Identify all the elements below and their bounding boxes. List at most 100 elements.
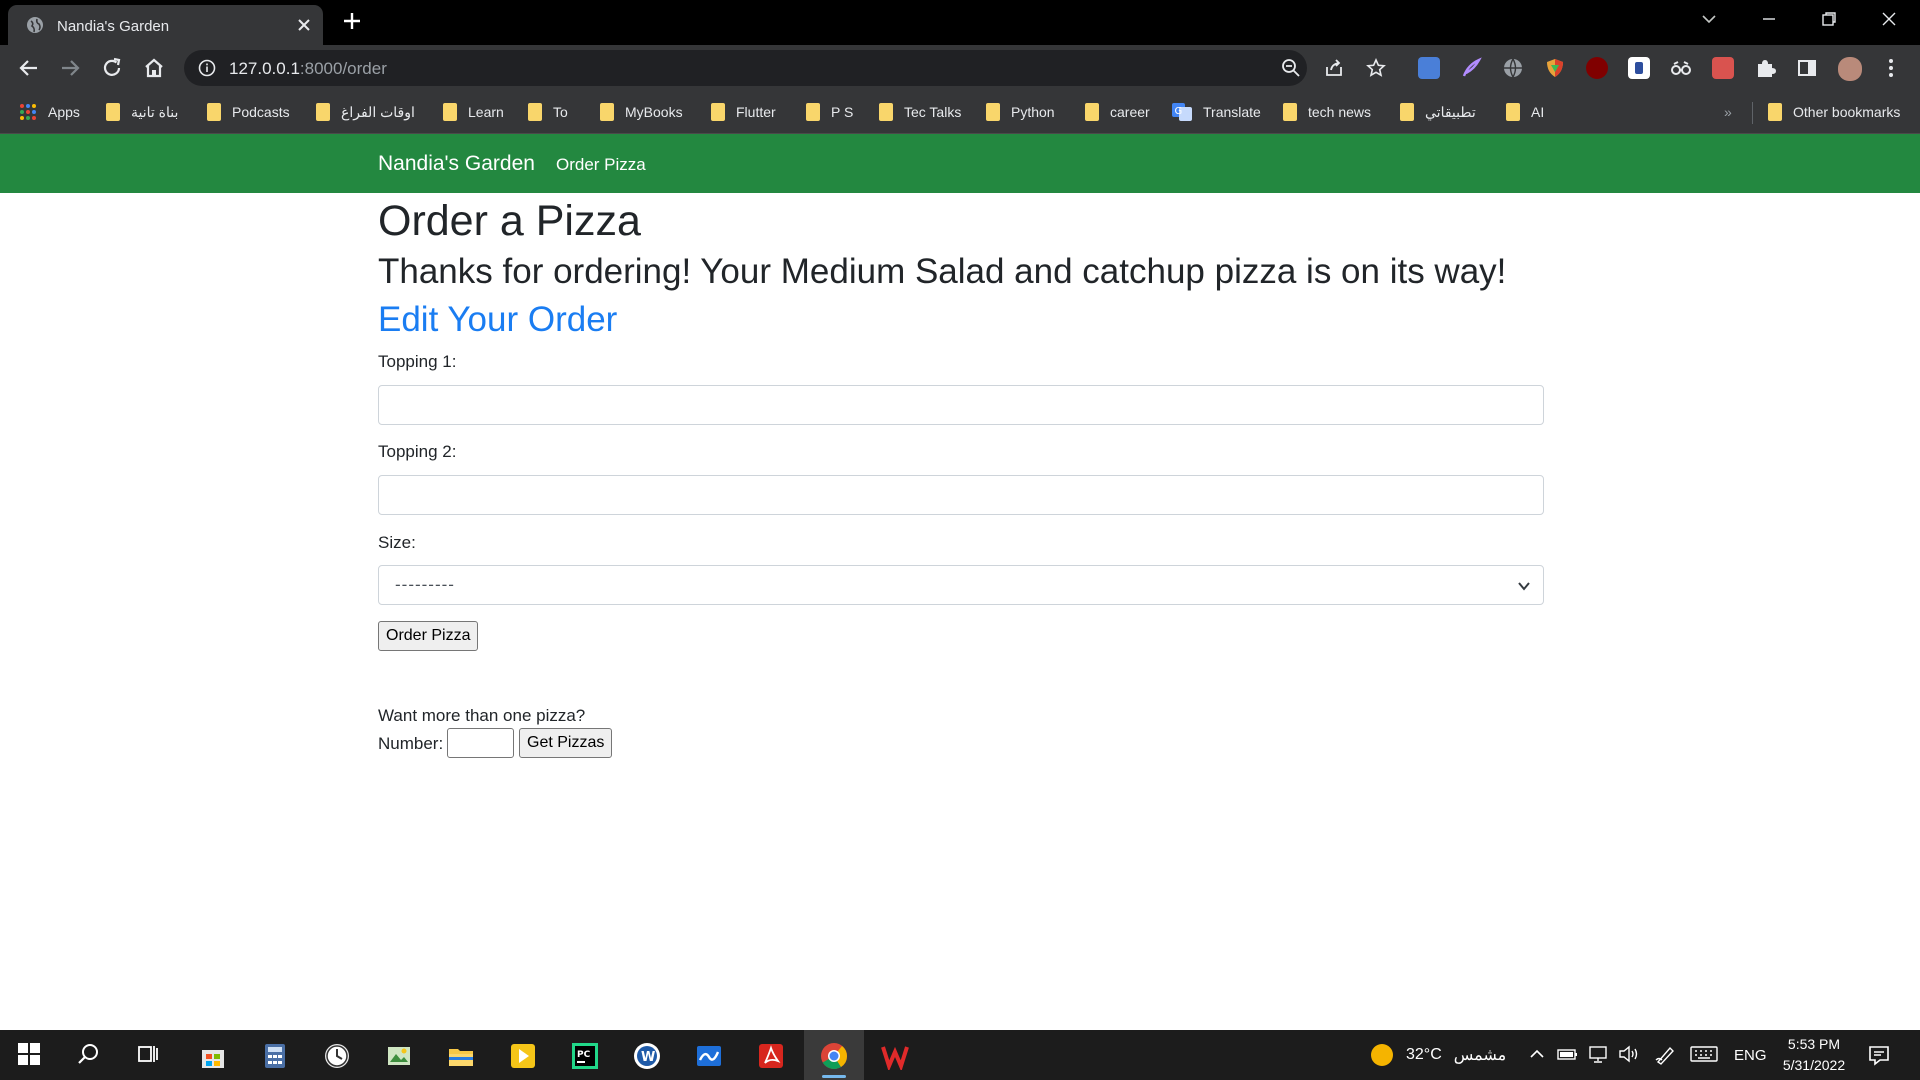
number-label: Number: xyxy=(378,734,444,753)
folder-icon xyxy=(1506,103,1520,121)
back-icon[interactable] xyxy=(17,56,41,80)
topping1-input[interactable] xyxy=(378,385,1544,425)
bookmark-folder[interactable]: اوقات الفراغ xyxy=(316,91,415,133)
tab-search-icon[interactable] xyxy=(1700,10,1718,28)
task-view-icon[interactable] xyxy=(136,1042,164,1070)
bookmark-folder[interactable]: بناة تانية xyxy=(106,91,178,133)
quill-extension-icon[interactable] xyxy=(1460,57,1482,79)
pen-workspace-icon[interactable] xyxy=(1654,1045,1682,1073)
clock[interactable]: 5:53 PM 5/31/2022 xyxy=(1778,1030,1850,1080)
vpn-globe-extension-icon[interactable] xyxy=(1502,57,1524,79)
url-text: 127.0.0.1:8000/order xyxy=(229,59,387,78)
order-confirmation: Thanks for ordering! Your Medium Salad a… xyxy=(378,252,1507,291)
puzzle-extensions-icon[interactable] xyxy=(1754,57,1776,79)
globe-icon xyxy=(26,16,44,34)
bookmark-folder[interactable]: career xyxy=(1085,91,1150,133)
sun-icon xyxy=(1370,1043,1394,1067)
shield-extension-icon[interactable] xyxy=(1544,57,1566,79)
bookmark-folder[interactable]: P S xyxy=(806,91,853,133)
size-select[interactable]: --------- xyxy=(378,565,1544,605)
size-selected-value: --------- xyxy=(395,575,455,594)
bookmark-folder[interactable]: Flutter xyxy=(711,91,776,133)
reload-icon[interactable] xyxy=(100,56,124,80)
folder-icon xyxy=(528,103,542,121)
topping2-label: Topping 2: xyxy=(378,442,457,461)
new-tab-icon[interactable] xyxy=(342,11,362,31)
bookmark-folder[interactable]: To xyxy=(528,91,568,133)
divider xyxy=(1752,92,1753,134)
clock-app-icon[interactable] xyxy=(323,1042,351,1070)
tab-strip: Nandia's Garden xyxy=(0,0,1920,45)
site-brand[interactable]: Nandia's Garden xyxy=(378,152,535,176)
language-indicator[interactable]: ENG xyxy=(1734,1030,1767,1080)
photo-viewer-icon[interactable] xyxy=(385,1042,413,1070)
whiteboard-icon[interactable] xyxy=(695,1042,723,1070)
bookmark-folder[interactable]: MyBooks xyxy=(600,91,683,133)
windows-start-icon[interactable] xyxy=(17,1042,45,1070)
topping1-label: Topping 1: xyxy=(378,352,457,371)
close-window-icon[interactable] xyxy=(1880,10,1898,28)
media-player-icon[interactable] xyxy=(509,1042,537,1070)
profile-avatar[interactable] xyxy=(1838,57,1862,81)
chrome-icon[interactable] xyxy=(820,1042,848,1070)
windows-taskbar: PC W 32°C مشمس ENG 5:53 PM 5/31/2022 xyxy=(0,1030,1920,1080)
apps-grid-icon xyxy=(19,103,37,121)
bookmark-folder[interactable]: تطبيقاتي xyxy=(1400,91,1476,133)
calculator-icon[interactable] xyxy=(261,1042,289,1070)
tray-chevron-up-icon[interactable] xyxy=(1528,1045,1556,1073)
browser-tab[interactable]: Nandia's Garden xyxy=(8,5,323,45)
folder-icon xyxy=(986,103,1000,121)
other-bookmarks[interactable]: Other bookmarks xyxy=(1768,91,1900,133)
bookmark-star-icon[interactable] xyxy=(1366,58,1386,78)
pycharm-icon[interactable]: PC xyxy=(571,1042,599,1070)
bookmark-folder[interactable]: Podcasts xyxy=(207,91,290,133)
reader-glasses-extension-icon[interactable] xyxy=(1670,57,1692,79)
b-extension-icon[interactable] xyxy=(1628,57,1650,79)
bookmark-folder[interactable]: Tec Talks xyxy=(879,91,961,133)
word-reader-icon[interactable]: W xyxy=(633,1042,661,1070)
battery-icon[interactable] xyxy=(1557,1045,1585,1073)
address-bar[interactable]: 127.0.0.1:8000/order xyxy=(184,50,1386,86)
home-icon[interactable] xyxy=(142,56,166,80)
restore-icon[interactable] xyxy=(1820,10,1838,28)
acrobat-reader-icon[interactable] xyxy=(757,1042,785,1070)
folder-icon xyxy=(806,103,820,121)
bookmarks-overflow-chevron[interactable]: » xyxy=(1724,91,1732,133)
keyboard-icon[interactable] xyxy=(1690,1045,1718,1073)
network-icon[interactable] xyxy=(1588,1045,1616,1073)
weather-widget[interactable]: 32°C مشمس xyxy=(1370,1030,1506,1080)
bookmark-folder[interactable]: tech news xyxy=(1283,91,1371,133)
minimize-icon[interactable] xyxy=(1760,10,1778,28)
nav-order-pizza-link[interactable]: Order Pizza xyxy=(556,155,646,175)
folder-icon xyxy=(879,103,893,121)
svg-text:PC: PC xyxy=(577,1050,591,1060)
notifications-icon[interactable] xyxy=(1868,1044,1896,1072)
bookmark-folder[interactable]: Python xyxy=(986,91,1055,133)
side-panel-icon[interactable] xyxy=(1796,57,1818,79)
folder-icon xyxy=(207,103,221,121)
zoom-icon[interactable] xyxy=(1281,58,1301,78)
close-tab-icon[interactable] xyxy=(295,16,313,34)
get-pizzas-button[interactable]: Get Pizzas xyxy=(519,728,613,758)
order-pizza-button[interactable]: Order Pizza xyxy=(378,621,479,651)
topping2-input[interactable] xyxy=(378,475,1544,515)
forward-icon[interactable] xyxy=(58,56,82,80)
wps-office-icon[interactable] xyxy=(881,1042,909,1070)
volume-icon[interactable] xyxy=(1618,1045,1646,1073)
site-info-icon[interactable] xyxy=(198,59,216,77)
edit-order-link[interactable]: Edit Your Order xyxy=(378,297,617,343)
ublock-extension-icon[interactable] xyxy=(1586,57,1608,79)
bookmark-apps[interactable]: Apps xyxy=(19,91,80,133)
translate-extension-icon[interactable] xyxy=(1418,57,1440,79)
microsoft-store-icon[interactable] xyxy=(199,1042,227,1070)
bookmark-translate[interactable]: G Translate xyxy=(1172,91,1261,133)
file-explorer-icon[interactable] xyxy=(447,1042,475,1070)
share-icon[interactable] xyxy=(1324,58,1344,78)
number-input[interactable] xyxy=(447,728,514,758)
video-extension-icon[interactable] xyxy=(1712,57,1734,79)
bookmark-folder[interactable]: AI xyxy=(1506,91,1544,133)
bookmark-folder[interactable]: Learn xyxy=(443,91,504,133)
google-translate-icon: G xyxy=(1172,103,1192,121)
menu-kebab-icon[interactable] xyxy=(1880,57,1902,79)
search-icon[interactable] xyxy=(76,1042,104,1070)
